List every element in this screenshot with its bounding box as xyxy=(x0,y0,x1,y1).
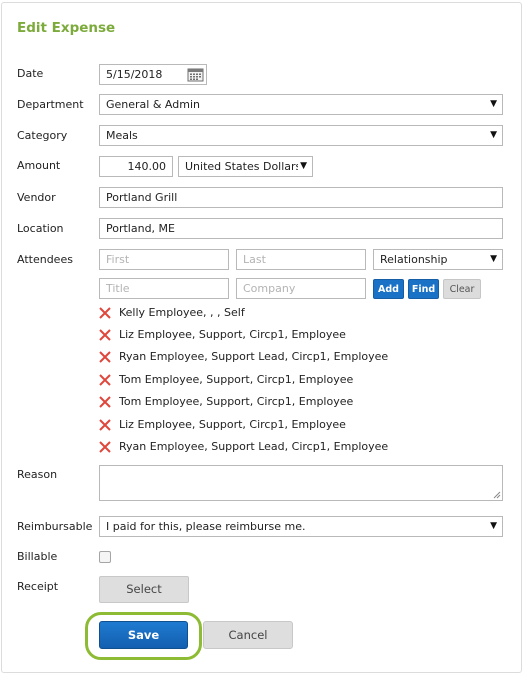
currency-select[interactable]: United States Dollars ▼ xyxy=(178,156,313,177)
dropdown-arrow-icon: ▼ xyxy=(490,521,497,531)
attendee-text: Liz Employee, Support, Circp1, Employee xyxy=(119,328,346,341)
amount-label: Amount xyxy=(17,159,61,172)
billable-checkbox[interactable] xyxy=(99,551,111,563)
remove-attendee-icon[interactable] xyxy=(99,441,111,453)
attendees-label: Attendees xyxy=(17,253,73,266)
reimbursable-select[interactable]: I paid for this, please reimburse me. ▼ xyxy=(99,516,503,537)
remove-attendee-icon[interactable] xyxy=(99,374,111,386)
relationship-select[interactable]: Relationship ▼ xyxy=(373,249,503,270)
department-select[interactable]: General & Admin ▼ xyxy=(99,94,503,115)
clear-attendee-button[interactable]: Clear xyxy=(443,279,481,299)
department-label: Department xyxy=(17,98,84,111)
cancel-button[interactable]: Cancel xyxy=(203,621,293,649)
calendar-icon[interactable] xyxy=(187,67,204,82)
vendor-input[interactable]: Portland Grill xyxy=(99,187,503,208)
attendee-title-input[interactable]: Title xyxy=(99,278,229,299)
vendor-label: Vendor xyxy=(17,191,56,204)
attendee-text: Tom Employee, Support, Circp1, Employee xyxy=(119,395,354,408)
reimbursable-label: Reimbursable xyxy=(17,520,93,533)
remove-attendee-icon[interactable] xyxy=(99,396,111,408)
edit-expense-panel: Edit Expense Date 5/15/2018 Department G… xyxy=(1,2,522,673)
department-value: General & Admin xyxy=(106,98,200,111)
relationship-value: Relationship xyxy=(380,253,448,266)
remove-attendee-icon[interactable] xyxy=(99,419,111,431)
dropdown-arrow-icon: ▼ xyxy=(490,130,497,140)
receipt-select-button[interactable]: Select xyxy=(99,576,189,603)
reason-textarea[interactable] xyxy=(99,465,503,501)
category-label: Category xyxy=(17,129,68,142)
remove-attendee-icon[interactable] xyxy=(99,307,111,319)
attendee-text: Kelly Employee, , , Self xyxy=(119,306,245,319)
remove-attendee-icon[interactable] xyxy=(99,351,111,363)
attendee-text: Liz Employee, Support, Circp1, Employee xyxy=(119,418,346,431)
find-attendee-button[interactable]: Find xyxy=(408,279,439,299)
save-button[interactable]: Save xyxy=(99,621,188,649)
attendee-first-input[interactable]: First xyxy=(99,249,229,270)
location-label: Location xyxy=(17,222,64,235)
category-value: Meals xyxy=(106,129,138,142)
attendee-last-input[interactable]: Last xyxy=(236,249,366,270)
billable-label: Billable xyxy=(17,550,58,563)
attendee-company-input[interactable]: Company xyxy=(236,278,366,299)
attendee-text: Ryan Employee, Support Lead, Circp1, Emp… xyxy=(119,440,389,453)
date-input[interactable]: 5/15/2018 xyxy=(99,64,207,85)
attendee-text: Ryan Employee, Support Lead, Circp1, Emp… xyxy=(119,350,389,363)
date-value: 5/15/2018 xyxy=(106,68,163,81)
reason-label: Reason xyxy=(17,468,58,481)
form-title: Edit Expense xyxy=(17,20,116,36)
location-input[interactable]: Portland, ME xyxy=(99,218,503,239)
dropdown-arrow-icon: ▼ xyxy=(490,254,497,264)
add-attendee-button[interactable]: Add xyxy=(373,279,404,299)
dropdown-arrow-icon: ▼ xyxy=(490,99,497,109)
reimbursable-value: I paid for this, please reimburse me. xyxy=(106,520,306,533)
amount-input[interactable]: 140.00 xyxy=(99,156,173,177)
dropdown-arrow-icon: ▼ xyxy=(298,157,307,176)
currency-value: United States Dollars xyxy=(185,160,302,173)
attendee-text: Tom Employee, Support, Circp1, Employee xyxy=(119,373,354,386)
date-label: Date xyxy=(17,67,44,80)
remove-attendee-icon[interactable] xyxy=(99,329,111,341)
resize-grip-icon[interactable] xyxy=(493,491,501,499)
receipt-label: Receipt xyxy=(17,580,59,593)
category-select[interactable]: Meals ▼ xyxy=(99,125,503,146)
